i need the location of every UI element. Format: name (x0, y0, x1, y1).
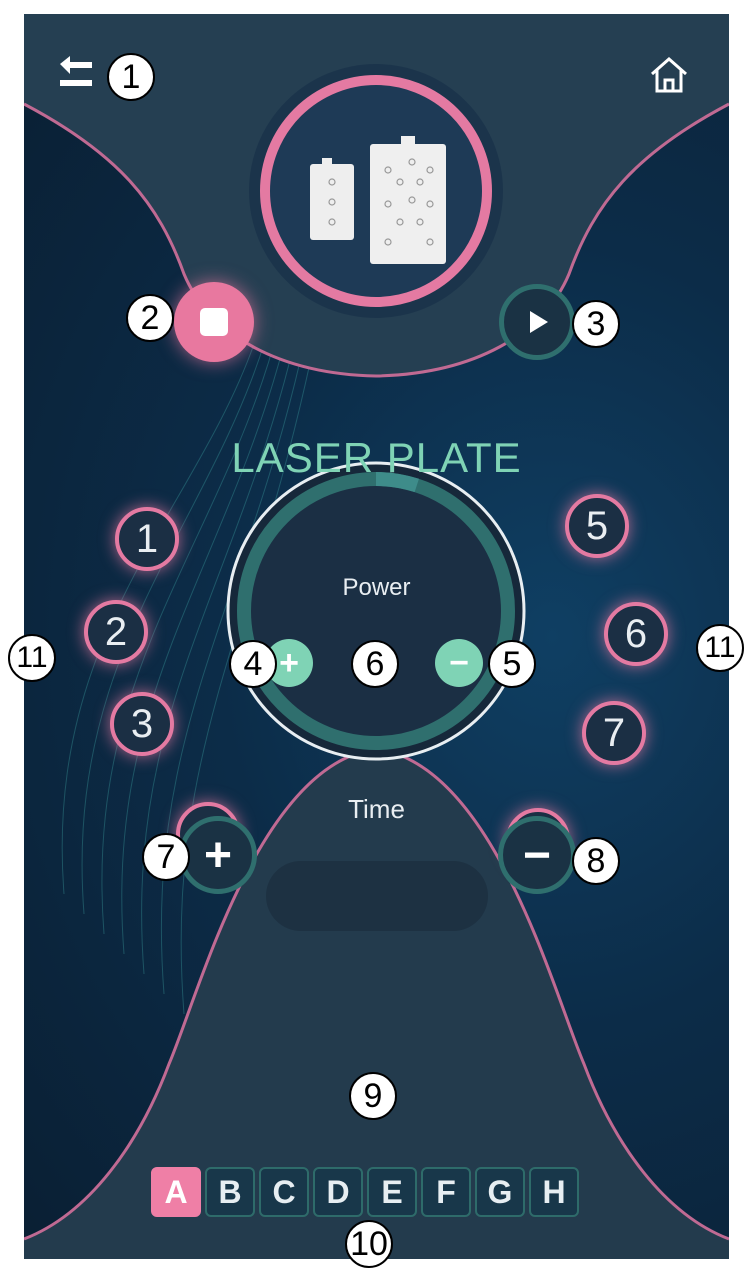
mode-tab-d[interactable]: D (313, 1167, 363, 1217)
power-minus-button[interactable]: − (435, 639, 483, 687)
channel-button-3[interactable]: 3 (110, 692, 174, 756)
back-arrow-icon[interactable] (56, 54, 100, 94)
play-button[interactable] (499, 284, 575, 360)
mode-tab-e[interactable]: E (367, 1167, 417, 1217)
callout-6: 6 (351, 640, 399, 688)
home-icon[interactable] (648, 54, 690, 96)
power-ring-track (237, 472, 515, 750)
channel-button-1[interactable]: 1 (115, 507, 179, 571)
stop-button[interactable] (174, 282, 254, 362)
callout-7: 7 (142, 833, 190, 881)
time-display (266, 861, 488, 931)
callout-3: 3 (572, 300, 620, 348)
callout-5: 5 (488, 640, 536, 688)
play-icon (530, 311, 548, 333)
mode-selector: A B C D E F G H (151, 1167, 579, 1217)
mode-tab-c[interactable]: C (259, 1167, 309, 1217)
page-title: LASER PLATE (231, 434, 522, 481)
callout-8: 8 (572, 837, 620, 885)
laser-plates-icon (302, 124, 452, 274)
time-plus-button[interactable]: + (179, 816, 257, 894)
channel-button-2[interactable]: 2 (84, 600, 148, 664)
mode-tab-b[interactable]: B (205, 1167, 255, 1217)
power-label: Power (342, 574, 411, 601)
stop-icon (200, 308, 228, 336)
mode-tab-h[interactable]: H (529, 1167, 579, 1217)
callout-11-left: 11 (8, 634, 56, 682)
channel-button-7[interactable]: 7 (582, 701, 646, 765)
mode-tab-a[interactable]: A (151, 1167, 201, 1217)
channel-button-5[interactable]: 5 (565, 494, 629, 558)
callout-10: 10 (345, 1220, 393, 1268)
callout-1: 1 (107, 53, 155, 101)
callout-11-right: 11 (696, 624, 744, 672)
callout-9: 9 (349, 1072, 397, 1120)
callout-2: 2 (126, 294, 174, 342)
mode-tab-f[interactable]: F (421, 1167, 471, 1217)
time-minus-button[interactable]: − (498, 816, 576, 894)
mode-tab-g[interactable]: G (475, 1167, 525, 1217)
channel-button-6[interactable]: 6 (604, 602, 668, 666)
time-label: Time (348, 794, 405, 824)
callout-4: 4 (229, 640, 277, 688)
